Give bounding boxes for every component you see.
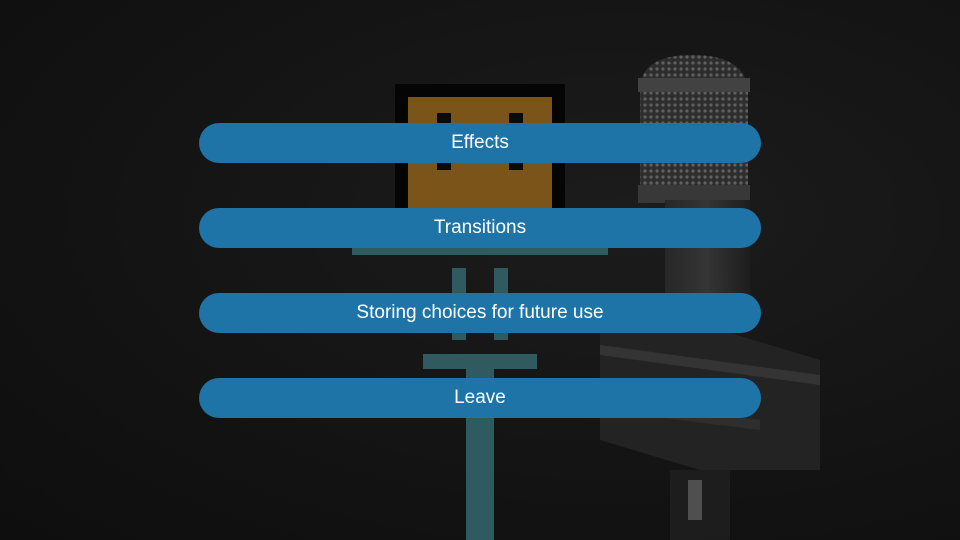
effects-button[interactable]: Effects [199, 123, 761, 163]
storing-choices-button[interactable]: Storing choices for future use [199, 293, 761, 333]
main-menu: Effects Transitions Storing choices for … [0, 0, 960, 540]
game-menu-screen: Effects Transitions Storing choices for … [0, 0, 960, 540]
transitions-button[interactable]: Transitions [199, 208, 761, 248]
leave-button[interactable]: Leave [199, 378, 761, 418]
